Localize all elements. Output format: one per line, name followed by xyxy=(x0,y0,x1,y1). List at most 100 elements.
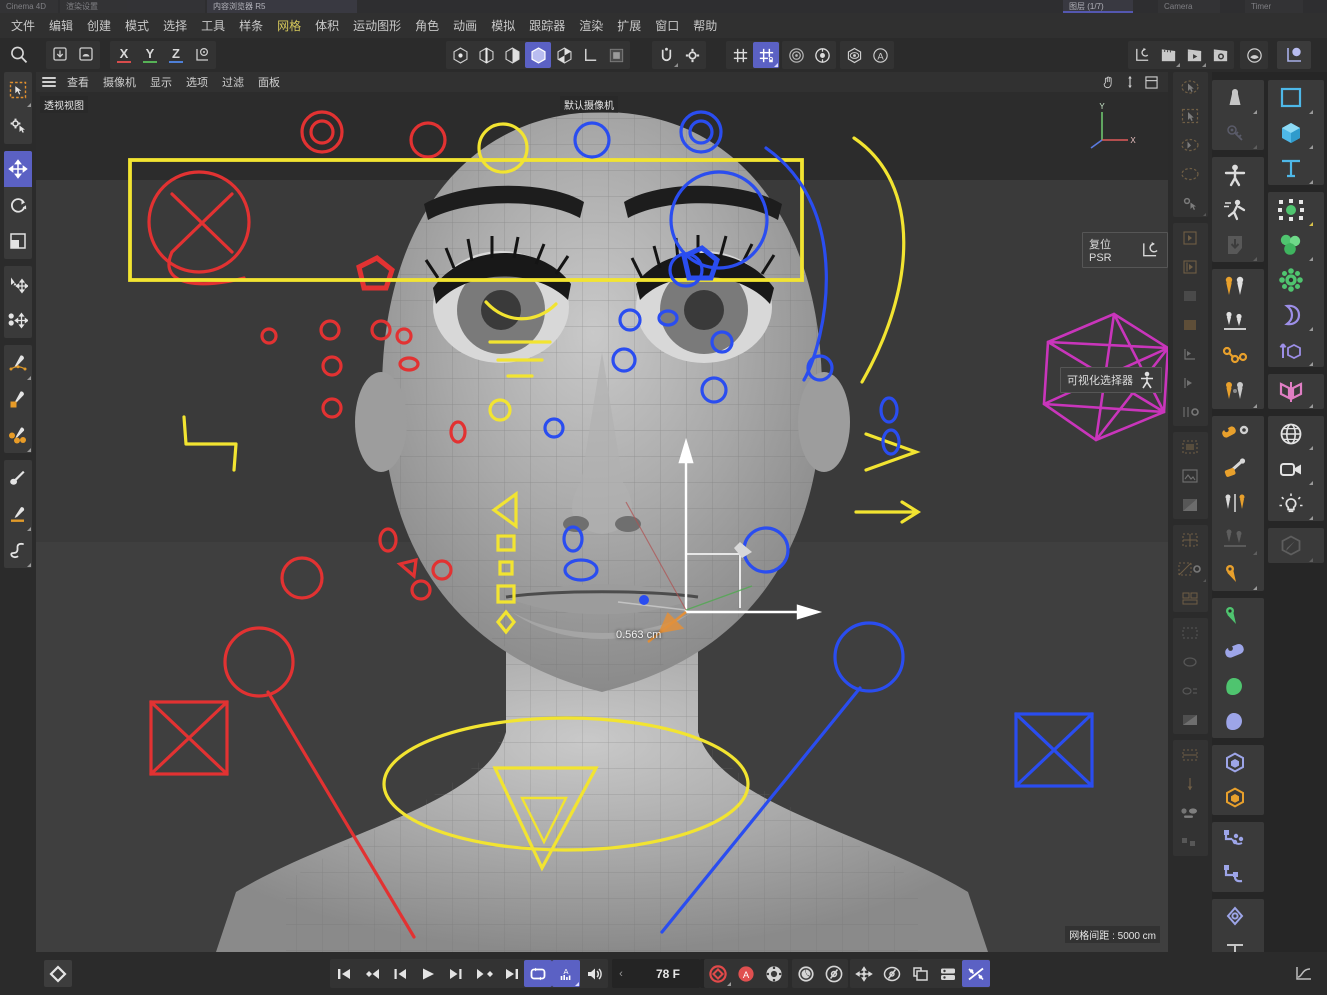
edge-mode-button[interactable] xyxy=(473,42,499,68)
render-region-button[interactable] xyxy=(809,42,835,68)
soft-selection-button[interactable] xyxy=(4,302,32,338)
workplane-snap-button[interactable] xyxy=(753,42,779,68)
title-tab-0[interactable]: Cinema 4D xyxy=(0,0,58,13)
move-tool-button[interactable] xyxy=(4,151,32,187)
reset-psr-hud[interactable]: 复位 PSR xyxy=(1082,232,1168,268)
world-axis-button[interactable] xyxy=(577,42,603,68)
muscle-button[interactable] xyxy=(1212,668,1258,703)
cube-primitive-button[interactable] xyxy=(1268,115,1314,150)
menu-item-window[interactable]: 窗口 xyxy=(648,15,686,36)
redo-button[interactable] xyxy=(73,42,99,68)
param-scale-button[interactable] xyxy=(906,960,934,987)
grid-snap-button[interactable] xyxy=(727,42,753,68)
walk-cycle-button[interactable] xyxy=(1212,192,1258,227)
menu-item-animation[interactable]: 动画 xyxy=(446,15,484,36)
weight-mirror-button[interactable] xyxy=(1212,486,1258,521)
hand-pan-icon[interactable] xyxy=(1101,75,1115,89)
menu-item-file[interactable]: 文件 xyxy=(4,15,42,36)
menu-item-render[interactable]: 渲染 xyxy=(572,15,610,36)
muscle-deformer-button[interactable] xyxy=(1212,703,1258,738)
point-mode-button[interactable] xyxy=(447,42,473,68)
texture-dim-button[interactable] xyxy=(1173,490,1207,519)
joint-mirror-button[interactable] xyxy=(1212,374,1258,409)
object-axis-button[interactable] xyxy=(551,42,577,68)
deformer-button[interactable] xyxy=(1268,297,1314,332)
key-rotation-button[interactable] xyxy=(820,960,848,987)
step-back-button[interactable] xyxy=(386,960,414,987)
pin-constraint-button[interactable] xyxy=(1212,115,1258,150)
param-rotation-button[interactable] xyxy=(878,960,906,987)
search-button[interactable] xyxy=(4,40,34,70)
animation-settings-button[interactable] xyxy=(1207,42,1233,68)
autokey-sound-button[interactable]: A xyxy=(552,960,580,987)
joint-settings-button[interactable] xyxy=(1212,416,1258,451)
poly-brush-button[interactable] xyxy=(4,417,32,453)
title-tab-5[interactable]: Timer xyxy=(1245,0,1303,13)
environment-sky-button[interactable] xyxy=(1268,416,1314,451)
viewport-canvas[interactable]: Y X 透视视图 默认摄像机 网格间距 : 5000 cm 0.563 cm 复… xyxy=(36,92,1168,952)
menu-item-help[interactable]: 帮助 xyxy=(686,15,724,36)
autokeying-button[interactable]: A xyxy=(732,960,760,987)
cloth-joint-button[interactable] xyxy=(1212,598,1258,633)
menu-item-create[interactable]: 创建 xyxy=(80,15,118,36)
array-object-button[interactable] xyxy=(1268,192,1314,227)
zoom-axis-icon[interactable] xyxy=(1124,75,1136,89)
title-tab-3[interactable]: 图层 (1/7) xyxy=(1063,0,1133,13)
uv-a-dim-button[interactable] xyxy=(1173,618,1207,647)
play-preview-button[interactable] xyxy=(1181,42,1207,68)
go-to-end-button[interactable] xyxy=(498,960,526,987)
frame-prev-arrow[interactable]: ‹ xyxy=(612,968,630,980)
viewport-menu-camera[interactable]: 摄像机 xyxy=(96,74,143,90)
effector-button[interactable] xyxy=(1268,262,1314,297)
viewport-menu-panel[interactable]: 面板 xyxy=(251,74,287,90)
param-pla-button[interactable] xyxy=(962,960,990,987)
live-selection-dim-button[interactable] xyxy=(1173,72,1207,101)
loop-playback-button[interactable] xyxy=(524,960,552,987)
menu-item-simulate[interactable]: 模拟 xyxy=(484,15,522,36)
hamburger-icon[interactable] xyxy=(42,77,56,87)
title-tab-1[interactable]: 渲染设置 xyxy=(60,0,205,13)
play-button[interactable] xyxy=(414,960,442,987)
next-keyframe-button[interactable] xyxy=(470,960,498,987)
uv-pack-dim-button[interactable] xyxy=(1173,583,1207,612)
rotate-tool-button[interactable] xyxy=(4,187,32,223)
menu-item-volume[interactable]: 体积 xyxy=(308,15,346,36)
param-parameter-button[interactable] xyxy=(934,960,962,987)
image-dim-button[interactable] xyxy=(1173,461,1207,490)
render-view-button[interactable] xyxy=(783,42,809,68)
align-dim-button[interactable] xyxy=(1173,740,1207,769)
menu-item-mode[interactable]: 模式 xyxy=(118,15,156,36)
sound-button[interactable] xyxy=(580,960,608,987)
reset-psr-button[interactable] xyxy=(1129,42,1155,68)
polygon-pen-button[interactable] xyxy=(4,381,32,417)
dots-dim-button[interactable] xyxy=(1173,798,1207,827)
live-selection-button[interactable] xyxy=(4,72,32,108)
uv-c-dim-button[interactable] xyxy=(1173,676,1207,705)
uv-relax-gear-dim-button[interactable] xyxy=(1173,554,1207,583)
constraint-tag-button[interactable] xyxy=(1212,633,1258,668)
bake-dim-button[interactable] xyxy=(1173,432,1207,461)
material-preview-button[interactable] xyxy=(1241,42,1267,68)
maximize-view-icon[interactable] xyxy=(1145,75,1158,89)
viewport-menu-display[interactable]: 显示 xyxy=(143,74,179,90)
current-frame-field[interactable]: ‹ 78 F xyxy=(612,959,700,988)
menu-item-select[interactable]: 选择 xyxy=(156,15,194,36)
lock-y-button[interactable]: Y xyxy=(137,42,163,68)
uv-point-dim-button[interactable] xyxy=(1173,223,1207,252)
rect-selection-dim-button[interactable] xyxy=(1173,101,1207,130)
character-object-button[interactable] xyxy=(1212,157,1258,192)
make-preview-button[interactable] xyxy=(1155,42,1181,68)
model-mode-button[interactable] xyxy=(525,42,551,68)
uv-frame-dim-button[interactable] xyxy=(1173,339,1207,368)
undo-button[interactable] xyxy=(47,42,73,68)
keyframe-settings-button[interactable] xyxy=(760,960,788,987)
joint-create-button[interactable] xyxy=(1212,556,1258,591)
selection-settings-dim-button[interactable] xyxy=(1173,188,1207,217)
render-settings-button[interactable] xyxy=(841,42,867,68)
symmetry-button[interactable] xyxy=(1268,374,1314,409)
uv-gear-dim-button[interactable] xyxy=(1173,397,1207,426)
uv-play-dim-button[interactable] xyxy=(1173,368,1207,397)
texture-mode-button[interactable] xyxy=(603,42,629,68)
joint-tool-button[interactable] xyxy=(1212,269,1258,304)
uv-edge-dim-button[interactable] xyxy=(1173,252,1207,281)
